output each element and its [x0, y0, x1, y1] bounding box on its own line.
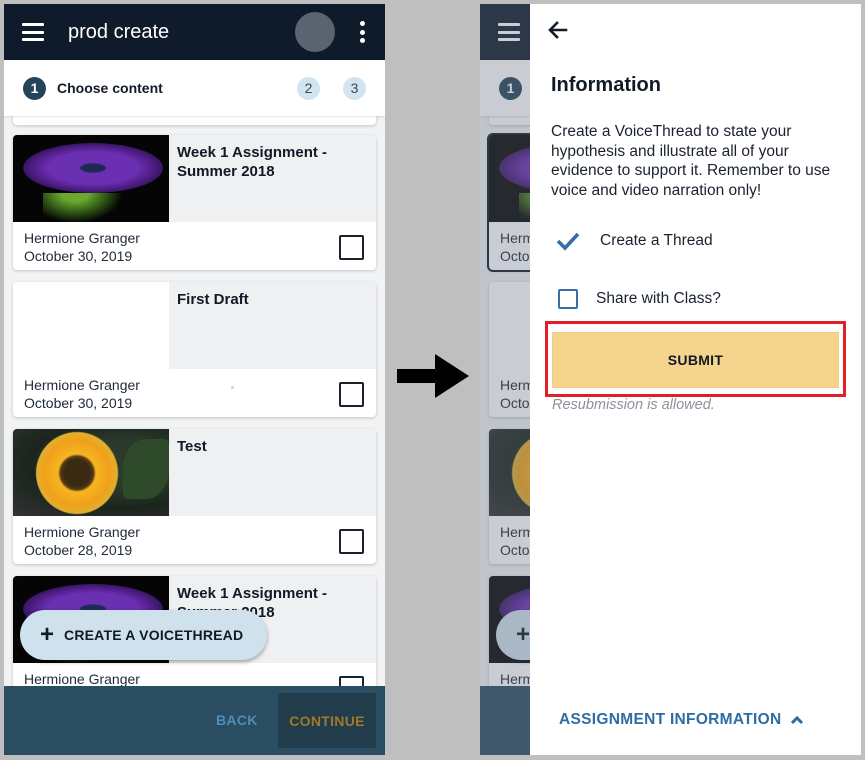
hamburger-menu-icon[interactable] [22, 23, 44, 41]
card-author: Hermione Granger [24, 671, 140, 686]
step-1-label: Choose content [57, 80, 163, 96]
stepper: 1 Choose content 2 3 [4, 60, 385, 116]
back-button[interactable]: BACK [216, 712, 258, 728]
card-title: Test [177, 438, 207, 455]
assignment-information-label: ASSIGNMENT INFORMATION [559, 711, 782, 728]
card-checkbox[interactable] [339, 676, 364, 686]
partial-card [13, 116, 376, 125]
app-bar: prod create [4, 4, 385, 60]
more-vert-icon[interactable] [359, 21, 365, 43]
share-with-class-label: Share with Class? [596, 290, 721, 307]
assignment-description: Create a VoiceThread to state your hypot… [551, 123, 831, 199]
card-author: Hermione Granger [24, 230, 140, 246]
card-author: Hermione Granger [24, 377, 140, 393]
step-3-badge[interactable]: 3 [343, 76, 366, 100]
bottom-action-bar: BACK CONTINUE [4, 686, 385, 755]
step-2-badge[interactable]: 2 [297, 76, 320, 100]
thumbnail-sunflower [13, 429, 169, 516]
card-checkbox[interactable] [339, 235, 364, 260]
arrow-right-icon [397, 354, 469, 398]
submit-button[interactable]: SUBMIT [552, 332, 839, 388]
chevron-up-icon [791, 715, 804, 725]
thumbnail-purple-flower [13, 135, 169, 222]
create-voicethread-label: CREATE A VOICETHREAD [64, 627, 244, 643]
drawer-title: Information [551, 74, 661, 96]
continue-button[interactable]: CONTINUE [278, 693, 376, 748]
create-thread-option[interactable]: Create a Thread [556, 231, 713, 251]
arrow-left-icon[interactable] [546, 18, 570, 42]
card-checkbox[interactable] [339, 382, 364, 407]
share-with-class-option[interactable]: Share with Class? [556, 289, 721, 309]
right-screen: 1 Herm Octo Herm Octo Herm Octo Herm + I… [480, 4, 861, 755]
resubmission-note: Resubmission is allowed. [552, 397, 715, 413]
card-date: October 30, 2019 [24, 395, 133, 411]
checkmark-icon [556, 232, 580, 251]
card-author: Hermione Granger [24, 524, 140, 540]
left-screen: prod create 1 Choose content 2 3 Week 1 … [4, 4, 385, 755]
content-card[interactable]: Test Hermione Granger October 28, 2019 [13, 429, 376, 564]
card-title: First Draft [177, 291, 249, 308]
card-checkbox[interactable] [339, 529, 364, 554]
information-drawer: Information Create a VoiceThread to stat… [530, 4, 861, 755]
app-title: prod create [68, 20, 170, 43]
card-date: October 28, 2019 [24, 542, 133, 558]
share-with-class-checkbox[interactable] [558, 289, 578, 309]
loading-dot [231, 386, 234, 389]
card-title: Week 1 Assignment - Summer 2018 [177, 144, 328, 180]
content-list: Week 1 Assignment - Summer 2018 Hermione… [4, 116, 385, 686]
content-card[interactable]: First Draft Hermione Granger October 30,… [13, 282, 376, 417]
create-thread-label: Create a Thread [600, 232, 713, 249]
thumbnail-blank [13, 282, 169, 369]
card-date: October 30, 2019 [24, 248, 133, 264]
step-1-badge[interactable]: 1 [23, 76, 46, 100]
content-card[interactable]: Week 1 Assignment - Summer 2018 Hermione… [13, 135, 376, 270]
create-voicethread-button[interactable]: + CREATE A VOICETHREAD [20, 610, 267, 660]
assignment-information-toggle[interactable]: ASSIGNMENT INFORMATION [559, 711, 804, 729]
avatar[interactable] [295, 12, 335, 52]
plus-icon: + [40, 621, 55, 648]
